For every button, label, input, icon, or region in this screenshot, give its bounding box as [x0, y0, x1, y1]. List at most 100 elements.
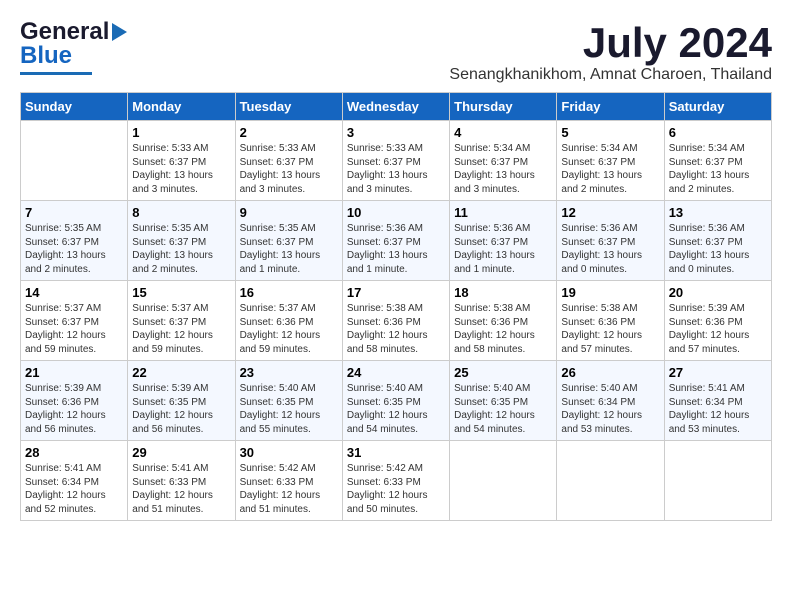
calendar-cell: 28 Sunrise: 5:41 AM Sunset: 6:34 PM Dayli…: [21, 441, 128, 521]
day-info: Sunrise: 5:35 AM Sunset: 6:37 PM Dayligh…: [25, 222, 123, 276]
calendar-cell: 18 Sunrise: 5:38 AM Sunset: 6:36 PM Dayli…: [450, 281, 557, 361]
day-number: 19: [561, 285, 659, 300]
day-info: Sunrise: 5:40 AM Sunset: 6:35 PM Dayligh…: [347, 382, 445, 436]
day-number: 11: [454, 205, 552, 220]
weekday-header-tuesday: Tuesday: [235, 93, 342, 121]
day-number: 22: [132, 365, 230, 380]
day-number: 31: [347, 445, 445, 460]
day-number: 28: [25, 445, 123, 460]
day-info: Sunrise: 5:33 AM Sunset: 6:37 PM Dayligh…: [240, 142, 338, 196]
calendar-cell: 25 Sunrise: 5:40 AM Sunset: 6:35 PM Dayli…: [450, 361, 557, 441]
day-number: 16: [240, 285, 338, 300]
calendar-cell: [450, 441, 557, 521]
day-info: Sunrise: 5:40 AM Sunset: 6:35 PM Dayligh…: [454, 382, 552, 436]
day-number: 8: [132, 205, 230, 220]
location-title: Senangkhanikhom, Amnat Charoen, Thailand: [449, 66, 772, 84]
calendar-cell: 1 Sunrise: 5:33 AM Sunset: 6:37 PM Daylig…: [128, 121, 235, 201]
week-row-1: 1 Sunrise: 5:33 AM Sunset: 6:37 PM Daylig…: [21, 121, 772, 201]
day-number: 4: [454, 125, 552, 140]
calendar-cell: 24 Sunrise: 5:40 AM Sunset: 6:35 PM Dayli…: [342, 361, 449, 441]
weekday-header-thursday: Thursday: [450, 93, 557, 121]
logo: General Blue: [20, 20, 127, 75]
day-number: 23: [240, 365, 338, 380]
day-info: Sunrise: 5:36 AM Sunset: 6:37 PM Dayligh…: [347, 222, 445, 276]
month-title: July 2024: [449, 20, 772, 66]
day-number: 18: [454, 285, 552, 300]
calendar-cell: 10 Sunrise: 5:36 AM Sunset: 6:37 PM Dayli…: [342, 201, 449, 281]
calendar-cell: 30Sunrise: 5:42 AM Sunset: 6:33 PM Dayli…: [235, 441, 342, 521]
day-info: Sunrise: 5:37 AM Sunset: 6:37 PM Dayligh…: [132, 302, 230, 356]
calendar-cell: 8 Sunrise: 5:35 AM Sunset: 6:37 PM Daylig…: [128, 201, 235, 281]
week-row-3: 14 Sunrise: 5:37 AM Sunset: 6:37 PM Dayli…: [21, 281, 772, 361]
day-number: 12: [561, 205, 659, 220]
calendar-cell: 21Sunrise: 5:39 AM Sunset: 6:36 PM Dayli…: [21, 361, 128, 441]
calendar-cell: 16 Sunrise: 5:37 AM Sunset: 6:36 PM Dayli…: [235, 281, 342, 361]
day-number: 9: [240, 205, 338, 220]
calendar-cell: [664, 441, 771, 521]
weekday-header-saturday: Saturday: [664, 93, 771, 121]
day-info: Sunrise: 5:42 AM Sunset: 6:33 PM Dayligh…: [347, 462, 445, 516]
day-info: Sunrise: 5:38 AM Sunset: 6:36 PM Dayligh…: [454, 302, 552, 356]
calendar-cell: 29Sunrise: 5:41 AM Sunset: 6:33 PM Dayli…: [128, 441, 235, 521]
calendar-cell: 27Sunrise: 5:41 AM Sunset: 6:34 PM Dayli…: [664, 361, 771, 441]
day-number: 6: [669, 125, 767, 140]
day-info: Sunrise: 5:40 AM Sunset: 6:35 PM Dayligh…: [240, 382, 338, 436]
logo-underline: [20, 72, 92, 75]
day-number: 14: [25, 285, 123, 300]
day-info: Sunrise: 5:37 AM Sunset: 6:36 PM Dayligh…: [240, 302, 338, 356]
weekday-header-friday: Friday: [557, 93, 664, 121]
calendar-cell: 6 Sunrise: 5:34 AM Sunset: 6:37 PM Daylig…: [664, 121, 771, 201]
calendar-cell: 20Sunrise: 5:39 AM Sunset: 6:36 PM Dayli…: [664, 281, 771, 361]
weekday-header-wednesday: Wednesday: [342, 93, 449, 121]
day-info: Sunrise: 5:38 AM Sunset: 6:36 PM Dayligh…: [561, 302, 659, 356]
day-info: Sunrise: 5:34 AM Sunset: 6:37 PM Dayligh…: [561, 142, 659, 196]
weekday-header-monday: Monday: [128, 93, 235, 121]
day-number: 5: [561, 125, 659, 140]
day-number: 1: [132, 125, 230, 140]
day-info: Sunrise: 5:37 AM Sunset: 6:37 PM Dayligh…: [25, 302, 123, 356]
day-info: Sunrise: 5:36 AM Sunset: 6:37 PM Dayligh…: [561, 222, 659, 276]
day-number: 24: [347, 365, 445, 380]
weekday-header-row: SundayMondayTuesdayWednesdayThursdayFrid…: [21, 93, 772, 121]
calendar-table: SundayMondayTuesdayWednesdayThursdayFrid…: [20, 92, 772, 521]
calendar-cell: [557, 441, 664, 521]
day-info: Sunrise: 5:34 AM Sunset: 6:37 PM Dayligh…: [669, 142, 767, 196]
day-number: 26: [561, 365, 659, 380]
logo-blue-text: Blue: [20, 42, 72, 70]
day-info: Sunrise: 5:40 AM Sunset: 6:34 PM Dayligh…: [561, 382, 659, 436]
calendar-cell: [21, 121, 128, 201]
day-number: 29: [132, 445, 230, 460]
day-number: 7: [25, 205, 123, 220]
calendar-cell: 22Sunrise: 5:39 AM Sunset: 6:35 PM Dayli…: [128, 361, 235, 441]
calendar-cell: 5 Sunrise: 5:34 AM Sunset: 6:37 PM Daylig…: [557, 121, 664, 201]
day-info: Sunrise: 5:41 AM Sunset: 6:34 PM Dayligh…: [669, 382, 767, 436]
calendar-cell: 7 Sunrise: 5:35 AM Sunset: 6:37 PM Daylig…: [21, 201, 128, 281]
week-row-2: 7 Sunrise: 5:35 AM Sunset: 6:37 PM Daylig…: [21, 201, 772, 281]
title-block: July 2024 Senangkhanikhom, Amnat Charoen…: [449, 20, 772, 84]
day-info: Sunrise: 5:41 AM Sunset: 6:34 PM Dayligh…: [25, 462, 123, 516]
calendar-cell: 2 Sunrise: 5:33 AM Sunset: 6:37 PM Daylig…: [235, 121, 342, 201]
day-info: Sunrise: 5:35 AM Sunset: 6:37 PM Dayligh…: [240, 222, 338, 276]
day-number: 15: [132, 285, 230, 300]
day-info: Sunrise: 5:36 AM Sunset: 6:37 PM Dayligh…: [669, 222, 767, 276]
day-number: 21: [25, 365, 123, 380]
day-info: Sunrise: 5:39 AM Sunset: 6:36 PM Dayligh…: [669, 302, 767, 356]
calendar-cell: 19 Sunrise: 5:38 AM Sunset: 6:36 PM Dayli…: [557, 281, 664, 361]
day-info: Sunrise: 5:34 AM Sunset: 6:37 PM Dayligh…: [454, 142, 552, 196]
calendar-cell: 11Sunrise: 5:36 AM Sunset: 6:37 PM Dayli…: [450, 201, 557, 281]
day-number: 10: [347, 205, 445, 220]
calendar-cell: 9 Sunrise: 5:35 AM Sunset: 6:37 PM Daylig…: [235, 201, 342, 281]
day-info: Sunrise: 5:35 AM Sunset: 6:37 PM Dayligh…: [132, 222, 230, 276]
day-info: Sunrise: 5:33 AM Sunset: 6:37 PM Dayligh…: [132, 142, 230, 196]
week-row-5: 28 Sunrise: 5:41 AM Sunset: 6:34 PM Dayli…: [21, 441, 772, 521]
page-header: General Blue July 2024 Senangkhanikhom, …: [20, 20, 772, 84]
day-number: 3: [347, 125, 445, 140]
day-number: 2: [240, 125, 338, 140]
day-number: 25: [454, 365, 552, 380]
day-number: 13: [669, 205, 767, 220]
day-info: Sunrise: 5:38 AM Sunset: 6:36 PM Dayligh…: [347, 302, 445, 356]
calendar-cell: 26 Sunrise: 5:40 AM Sunset: 6:34 PM Dayli…: [557, 361, 664, 441]
day-number: 17: [347, 285, 445, 300]
calendar-cell: 13 Sunrise: 5:36 AM Sunset: 6:37 PM Dayli…: [664, 201, 771, 281]
week-row-4: 21Sunrise: 5:39 AM Sunset: 6:36 PM Dayli…: [21, 361, 772, 441]
